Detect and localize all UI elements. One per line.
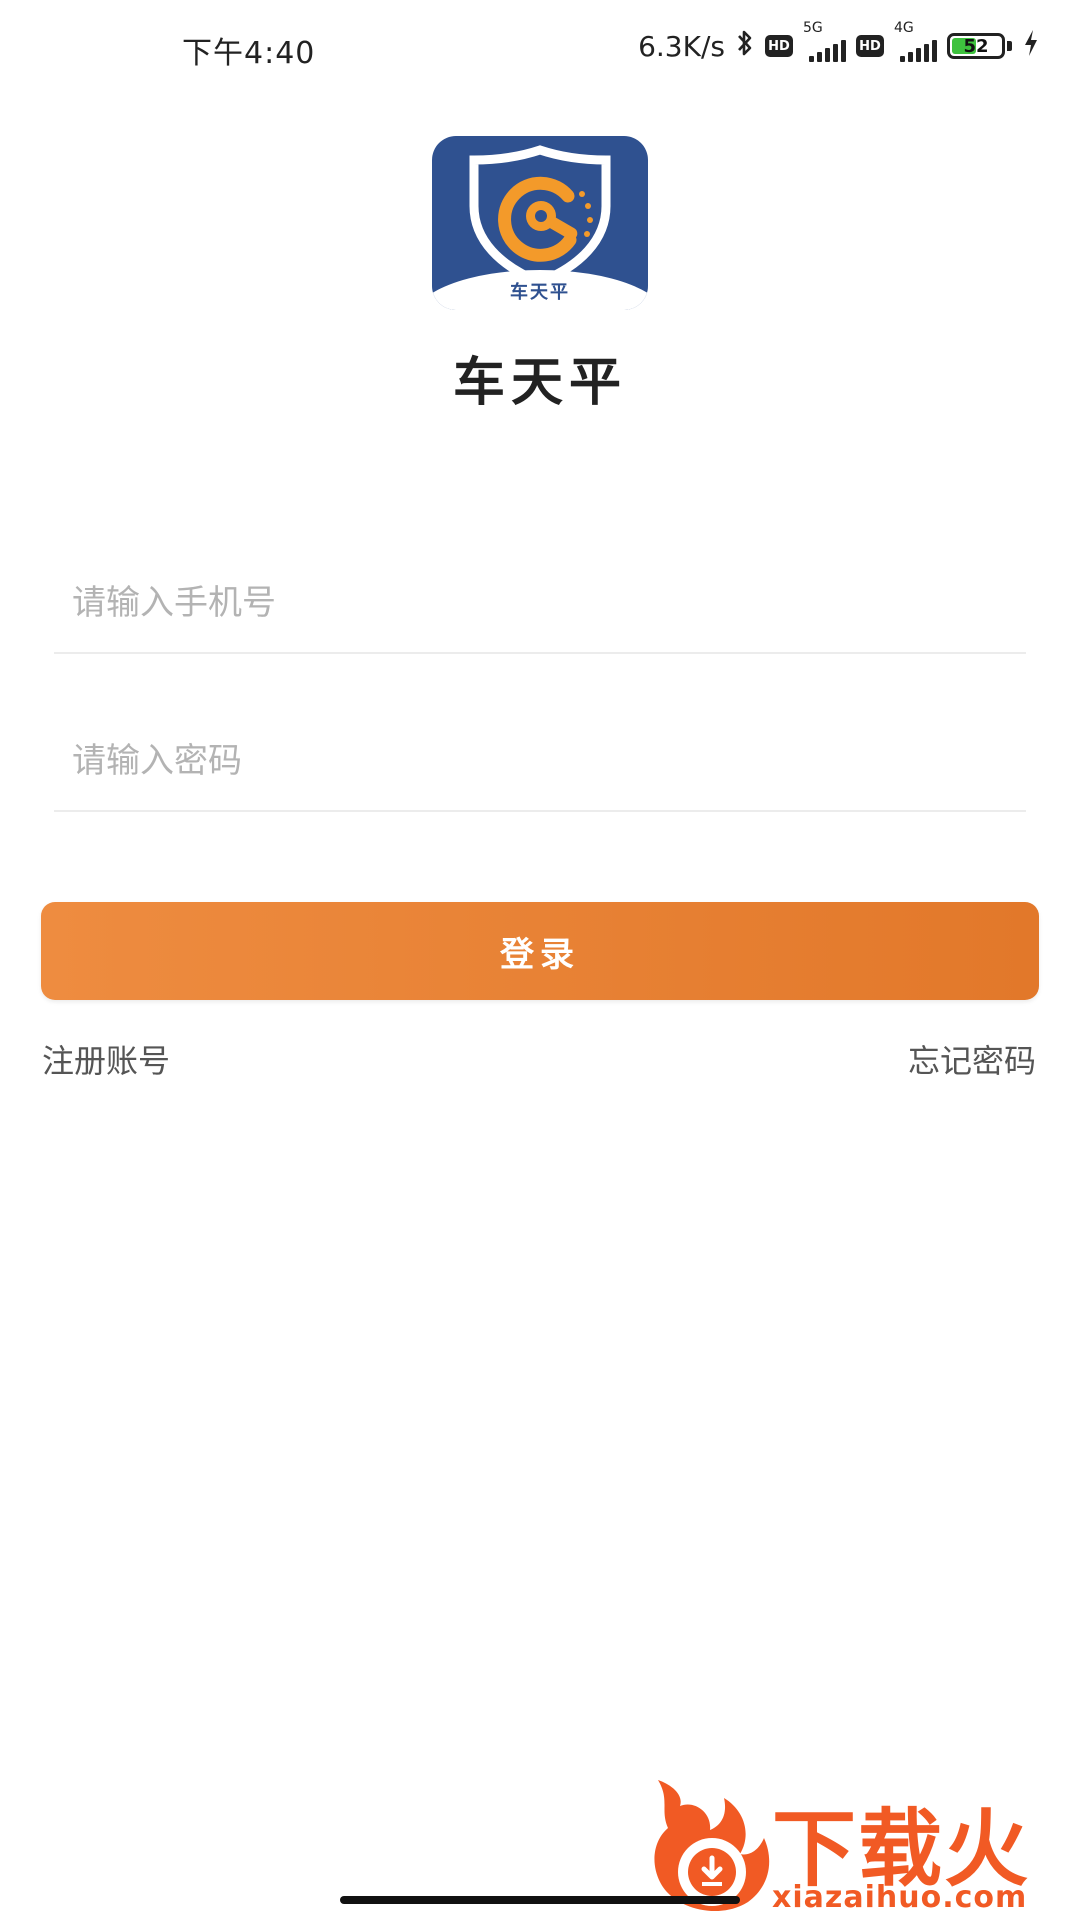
signal-5g-icon: 5G	[803, 20, 846, 62]
watermark-url: xiazaihuo.com	[772, 1880, 1028, 1915]
forgot-password-link[interactable]: 忘记密码	[908, 1036, 1036, 1082]
status-time: 下午4:40	[182, 36, 316, 71]
login-screen: 下午4:40 6.3K/s HD 5G HD 4G 52 车天平 车天平 请输入…	[0, 0, 1080, 1920]
network-type-5g: 5G	[803, 20, 823, 36]
status-icons: 6.3K/s HD 5G HD 4G 52	[638, 20, 1040, 68]
signal-bar	[924, 44, 929, 62]
app-name: 车天平	[452, 353, 627, 413]
signal-bar	[825, 48, 830, 62]
bluetooth-icon	[735, 28, 755, 65]
password-input[interactable]	[70, 730, 994, 792]
signal-bar	[908, 52, 913, 62]
hd-badge-sim1: HD	[765, 35, 793, 57]
battery-icon: 52	[947, 33, 1005, 59]
signal-bar	[809, 56, 814, 62]
phone-field	[54, 552, 1026, 654]
logo-text: 车天平	[510, 282, 570, 303]
status-bar: 下午4:40 6.3K/s HD 5G HD 4G 52	[0, 0, 1080, 96]
signal-bar	[833, 44, 838, 62]
network-speed: 6.3K/s	[638, 29, 725, 63]
charging-icon	[1022, 28, 1040, 65]
hd-badge-sim2: HD	[856, 35, 884, 57]
battery-level: 52	[963, 35, 989, 57]
signal-bar	[817, 52, 822, 62]
network-type-4g: 4G	[894, 20, 914, 36]
home-indicator[interactable]	[340, 1896, 740, 1904]
register-link[interactable]: 注册账号	[42, 1036, 170, 1082]
signal-4g-icon: 4G	[894, 20, 937, 62]
password-field	[54, 710, 1026, 812]
app-logo: 车天平	[432, 136, 648, 310]
signal-bar	[916, 48, 921, 62]
phone-input[interactable]	[70, 572, 994, 634]
login-button[interactable]: 登录	[41, 902, 1039, 1000]
signal-bar	[900, 56, 905, 62]
signal-bar	[841, 40, 846, 62]
battery-tip	[1007, 41, 1012, 51]
signal-bar	[932, 40, 937, 62]
